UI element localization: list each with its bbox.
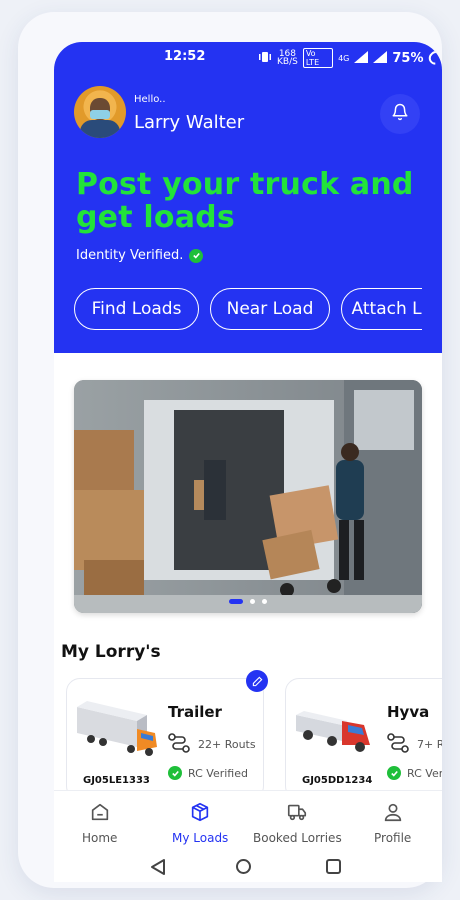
verified-check-icon bbox=[168, 766, 182, 780]
rc-status-label: RC Verified bbox=[407, 766, 442, 780]
chip-attach-lorry[interactable]: Attach Lorry bbox=[341, 288, 422, 330]
lorry-type: Trailer bbox=[168, 703, 222, 721]
status-bar: 12:52 168 KB/S Vo LTE 4G 75% bbox=[54, 42, 442, 72]
nav-label: My Loads bbox=[172, 831, 229, 845]
truck-hyva-icon bbox=[294, 695, 380, 757]
nav-booked-lorries[interactable]: Booked Lorries bbox=[253, 801, 342, 845]
chip-near-load[interactable]: Near Load bbox=[210, 288, 330, 330]
status-time: 12:52 bbox=[164, 49, 206, 64]
plate-number: GJ05LE1333 bbox=[83, 775, 150, 786]
nav-label: Booked Lorries bbox=[253, 831, 342, 845]
carousel-dot-active[interactable] bbox=[229, 599, 243, 604]
verification-status: Identity Verified. bbox=[76, 248, 204, 263]
lorry-card[interactable]: Trailer 22+ Routs RC Verified GJ05LE1333 bbox=[66, 678, 264, 800]
phone-frame: 12:52 168 KB/S Vo LTE 4G 75% Hello.. Lar… bbox=[18, 12, 442, 888]
verified-check-icon bbox=[189, 248, 204, 263]
avatar[interactable] bbox=[74, 86, 126, 138]
truck-icon bbox=[286, 801, 308, 826]
home-circle-icon[interactable] bbox=[236, 859, 251, 874]
nav-my-loads[interactable]: My Loads bbox=[172, 801, 228, 845]
notifications-button[interactable] bbox=[380, 94, 420, 134]
route-info: 22+ Routs bbox=[168, 733, 256, 756]
signal-icon bbox=[354, 50, 369, 66]
verified-check-icon bbox=[387, 766, 401, 780]
bottom-navigation: Home My Loads Booked Lorries Profile bbox=[54, 790, 442, 852]
battery-level: 75% bbox=[392, 50, 424, 66]
rc-status: RC Verified bbox=[387, 766, 442, 780]
carousel-dot[interactable] bbox=[262, 599, 267, 604]
route-info: 7+ Routs bbox=[387, 733, 442, 756]
plate-number: GJ05DD1234 bbox=[302, 775, 373, 786]
signal-icon-2 bbox=[373, 50, 388, 66]
home-icon bbox=[89, 801, 111, 826]
nav-label: Home bbox=[82, 831, 118, 845]
app-screen: 12:52 168 KB/S Vo LTE 4G 75% Hello.. Lar… bbox=[54, 42, 442, 882]
carousel-dot[interactable] bbox=[250, 599, 255, 604]
battery-ring-icon bbox=[425, 48, 442, 68]
lorry-type: Hyva bbox=[387, 703, 430, 721]
network-speed: 168 KB/S bbox=[277, 49, 298, 67]
nav-label: Profile bbox=[374, 831, 412, 845]
back-icon[interactable] bbox=[150, 858, 166, 880]
user-icon bbox=[382, 801, 404, 826]
rc-status-label: RC Verified bbox=[188, 766, 248, 780]
greeting: Hello.. bbox=[134, 94, 166, 105]
delivery-banner-image bbox=[74, 380, 422, 613]
recents-icon[interactable] bbox=[326, 859, 341, 874]
section-title-my-lorries: My Lorry's bbox=[61, 642, 161, 662]
quick-action-chips: Find Loads Near Load Attach Lorry bbox=[74, 288, 422, 332]
route-count: 22+ Routs bbox=[198, 738, 256, 751]
hero-header: 12:52 168 KB/S Vo LTE 4G 75% Hello.. Lar… bbox=[54, 42, 442, 353]
carousel-indicators bbox=[74, 599, 422, 604]
chip-find-loads[interactable]: Find Loads bbox=[74, 288, 199, 330]
route-count: 7+ Routs bbox=[417, 738, 442, 751]
lorry-card[interactable]: Hyva 7+ Routs RC Verified GJ05DD1234 bbox=[285, 678, 442, 800]
pencil-icon bbox=[252, 672, 263, 691]
nav-home[interactable]: Home bbox=[82, 801, 117, 845]
edit-lorry-button[interactable] bbox=[246, 670, 268, 692]
promo-carousel[interactable] bbox=[74, 380, 422, 613]
route-icon bbox=[168, 733, 190, 756]
nav-profile[interactable]: Profile bbox=[374, 801, 411, 845]
page-headline: Post your truck and get loads bbox=[76, 167, 414, 235]
volte-badge: Vo LTE bbox=[302, 48, 334, 68]
truck-trailer-icon bbox=[75, 695, 161, 757]
verification-label: Identity Verified. bbox=[76, 248, 184, 263]
status-icons: 168 KB/S Vo LTE 4G 75% bbox=[258, 48, 442, 68]
bell-icon bbox=[391, 103, 409, 125]
route-icon bbox=[387, 733, 409, 756]
rc-status: RC Verified bbox=[168, 766, 248, 780]
box-icon bbox=[189, 801, 211, 826]
network-type: 4G bbox=[338, 53, 350, 63]
user-name: Larry Walter bbox=[134, 112, 245, 133]
system-navigation-bar bbox=[54, 852, 442, 882]
vibrate-icon bbox=[258, 51, 272, 66]
lorry-list: Trailer 22+ Routs RC Verified GJ05LE1333 bbox=[64, 670, 442, 800]
